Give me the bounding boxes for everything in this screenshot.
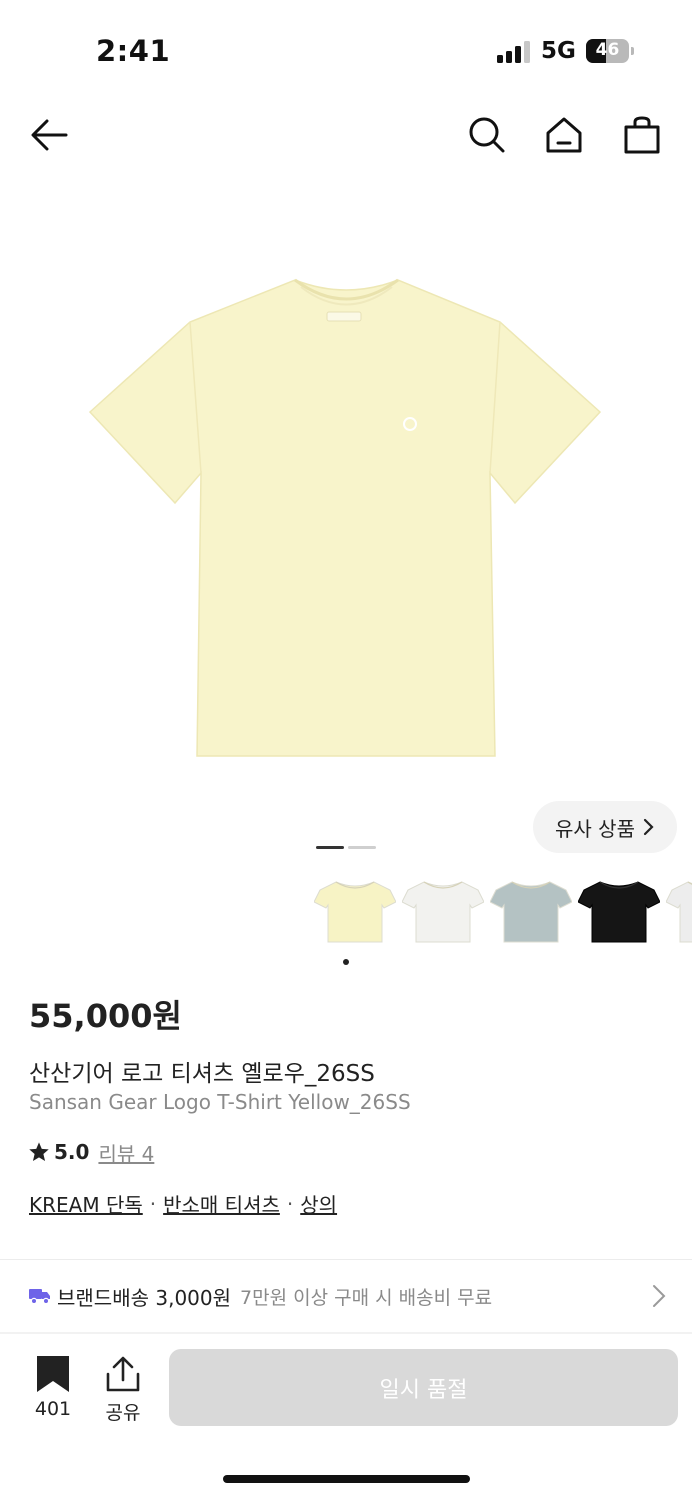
color-thumbnail[interactable]	[577, 872, 661, 954]
home-icon	[546, 117, 582, 153]
shopping-bag-icon	[624, 116, 660, 154]
truck-icon	[29, 1289, 50, 1305]
color-thumbnail[interactable]	[401, 872, 485, 954]
bottom-action-bar: 401 공유 일시 품절	[0, 1334, 692, 1500]
category-link-tops[interactable]: 상의	[300, 1189, 337, 1218]
pager-inactive	[348, 846, 376, 849]
home-indicator	[223, 1475, 470, 1483]
share-label: 공유	[105, 1402, 141, 1424]
color-thumbnail[interactable]	[665, 872, 692, 954]
category-separator: ·	[149, 1191, 157, 1216]
chevron-right-icon	[643, 818, 654, 836]
top-navigation	[0, 100, 692, 170]
search-button[interactable]	[464, 112, 510, 158]
free-shipping-note: 7만원 이상 구매 시 배송비 무료	[240, 1286, 493, 1309]
similar-products-label: 유사 상품	[555, 816, 635, 841]
search-icon	[469, 117, 505, 153]
arrow-left-icon	[31, 119, 68, 151]
bookmark-count: 401	[34, 1398, 72, 1420]
thumbnail-tshirt-image	[313, 881, 397, 943]
product-name-ko: 산산기어 로고 티셔츠 옐로우_26SS	[29, 1061, 375, 1087]
thumbnail-tshirt-image	[489, 881, 573, 943]
thumbnail-tshirt-image	[401, 881, 485, 943]
home-button[interactable]	[541, 112, 587, 158]
battery-percent: 46	[595, 40, 620, 60]
color-thumbnails	[300, 872, 692, 954]
category-links: KREAM 단독 · 반소매 티셔츠 · 상의	[29, 1189, 337, 1218]
chevron-right-icon	[653, 1285, 666, 1307]
network-label: 5G	[541, 38, 576, 64]
bookmark-icon	[37, 1356, 69, 1392]
category-separator: ·	[286, 1191, 294, 1216]
temporarily-sold-out-button[interactable]: 일시 품절	[169, 1349, 678, 1426]
signal-icon	[497, 41, 530, 63]
share-button[interactable]: 공유	[98, 1356, 148, 1425]
bookmark-button[interactable]: 401	[28, 1356, 78, 1420]
category-link-kream-exclusive[interactable]: KREAM 단독	[29, 1189, 143, 1218]
thumbnail-tshirt-image	[577, 881, 661, 943]
battery-icon: 46	[586, 39, 634, 63]
category-link-short-sleeve[interactable]: 반소매 티셔츠	[163, 1189, 280, 1218]
share-icon	[106, 1356, 140, 1392]
star-icon	[29, 1142, 49, 1161]
neck-label	[326, 311, 362, 322]
shipping-fee: 브랜드배송 3,000원	[57, 1285, 232, 1310]
cart-button[interactable]	[619, 112, 665, 158]
status-bar: 2:41 5G 46	[0, 0, 692, 100]
thumbnail-tshirt-image	[665, 881, 692, 943]
rating-score: 5.0	[54, 1140, 90, 1164]
similar-products-button[interactable]: 유사 상품	[533, 801, 677, 853]
color-thumbnail[interactable]	[313, 872, 397, 954]
product-price: 55,000원	[29, 997, 182, 1035]
thumbnail-indicator	[343, 959, 349, 965]
pager-active	[316, 846, 344, 849]
tshirt-body	[88, 279, 602, 757]
back-button[interactable]	[26, 112, 72, 158]
image-pager	[316, 846, 376, 850]
product-image[interactable]	[0, 200, 692, 820]
color-thumbnail[interactable]	[489, 872, 573, 954]
shipping-info-row[interactable]: 브랜드배송 3,000원 7만원 이상 구매 시 배송비 무료	[0, 1260, 692, 1332]
product-name-en: Sansan Gear Logo T-Shirt Yellow_26SS	[29, 1090, 411, 1114]
rating-row: 5.0 리뷰 4	[28, 1137, 154, 1167]
status-time: 2:41	[96, 34, 171, 68]
review-link[interactable]: 리뷰 4	[98, 1138, 154, 1167]
